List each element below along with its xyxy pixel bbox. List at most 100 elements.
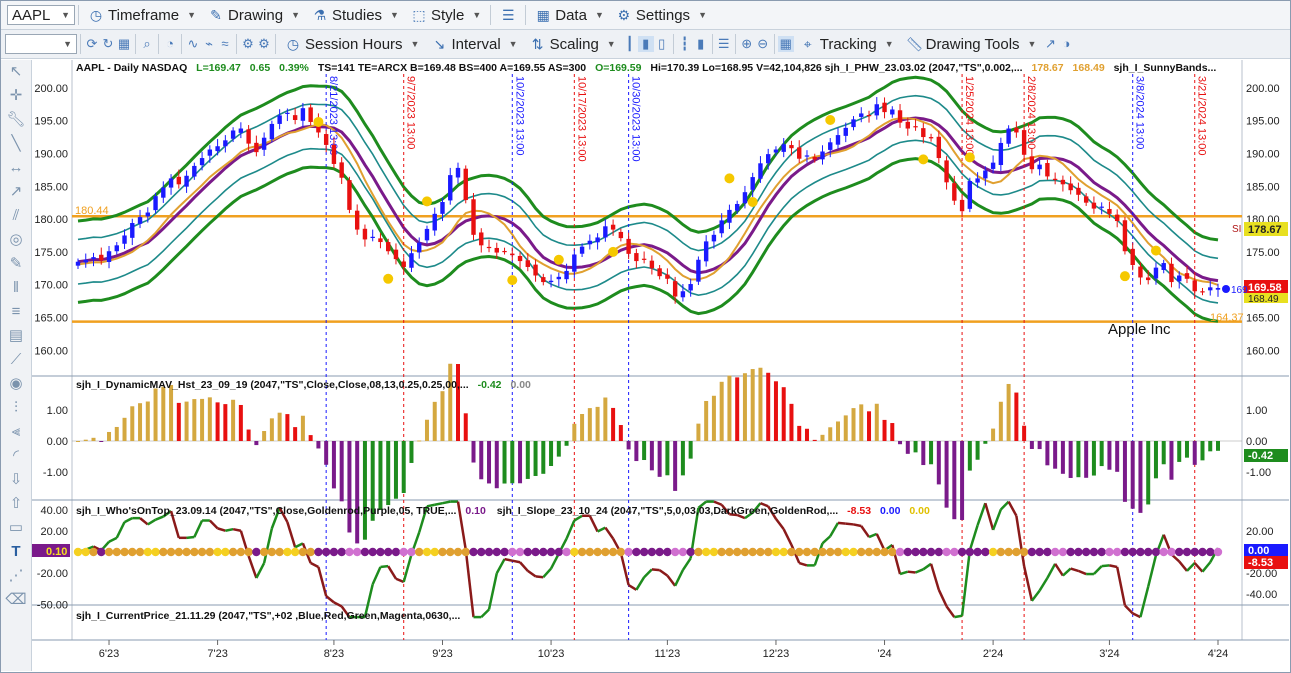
time-marker-label: 1/25/2024 13:00 [963, 76, 975, 156]
arrow-up-icon[interactable]: ⇧ [1, 492, 31, 516]
slope-segment [954, 614, 963, 619]
ohlc-icon[interactable]: ┇ [677, 36, 693, 52]
whos-on-top-dot [911, 547, 920, 557]
line-tool-icon[interactable]: ╲ [1, 132, 31, 156]
hollow-candle-icon[interactable]: ▯ [654, 36, 670, 52]
price-axis-tick-right: 200.00 [1246, 83, 1280, 95]
speed-icon[interactable]: ⫶ [1, 396, 31, 420]
data-menu[interactable]: ▦ Data ▼ [529, 2, 610, 28]
bars-icon[interactable]: ‖ [1, 276, 31, 300]
zoom-out-icon[interactable]: ⊖ [755, 36, 771, 52]
timeframe-menu[interactable]: ◷ Timeframe ▼ [82, 2, 202, 28]
wot-axis-tick-left: 20.00 [40, 526, 68, 538]
whos-on-top-dot [973, 547, 982, 557]
grid-toggle-icon[interactable]: ▦ [777, 36, 794, 52]
channel-icon[interactable]: ⫽ [1, 204, 31, 228]
hist-bar [564, 441, 569, 446]
layout-button[interactable]: ☰ [494, 2, 522, 28]
settings-small-icon[interactable]: ⚙ [240, 36, 256, 52]
zoom-table-icon[interactable]: ⌕ [139, 36, 155, 52]
pencil-tool-icon[interactable]: ✎ [1, 252, 31, 276]
ray-icon[interactable]: ↗ [1, 180, 31, 204]
grid-icon[interactable]: ▦ [116, 36, 132, 52]
candle-body [347, 180, 352, 210]
arrow-down-icon[interactable]: ⇩ [1, 468, 31, 492]
hist-bar [618, 425, 623, 441]
session-hours-menu[interactable]: ◷ Session Hours ▼ [279, 31, 425, 57]
data-label: Data [555, 6, 587, 24]
fan-icon[interactable]: ⟋ [1, 348, 31, 372]
price-axis-tick-left: 160.00 [34, 345, 68, 357]
whos-on-top-dot [290, 547, 300, 557]
hist-bar [851, 408, 856, 441]
chevron-down-icon: ▼ [61, 10, 70, 20]
candle-body [1099, 206, 1104, 208]
candles-icon[interactable]: ▮ [693, 36, 709, 52]
whos-on-top-dot [267, 547, 277, 557]
slope-segment [232, 527, 242, 532]
trend-icon[interactable]: ⌁ [201, 36, 217, 52]
circle-tool-icon[interactable]: ◎ [1, 228, 31, 252]
whos-on-top-dot [1112, 547, 1122, 557]
hist-bar [401, 441, 406, 493]
whos-on-top-dot [453, 547, 463, 557]
candle-body [432, 213, 437, 231]
chevron-down-icon: ▼ [1027, 39, 1037, 49]
interval-select[interactable]: ▼ [5, 34, 77, 54]
drawing-tools-menu[interactable]: 📏︎ Drawing Tools ▼ [900, 31, 1043, 57]
gauge-icon[interactable]: ◔ [162, 36, 178, 52]
cycle-icon[interactable]: ◉ [1, 372, 31, 396]
wave-icon[interactable]: ∿ [185, 36, 201, 52]
candle-body [603, 226, 608, 238]
horizontal-line-icon[interactable]: ↔ [1, 156, 31, 180]
hist-bar [487, 441, 492, 484]
interval-menu[interactable]: ↘ Interval ▼ [425, 31, 523, 57]
separator-icon: ⋰ [8, 567, 24, 584]
rectangle-icon[interactable]: ▭ [1, 516, 31, 540]
reload-icon[interactable]: ↻ [100, 36, 116, 52]
scaling-menu[interactable]: ⇅ Scaling ▼ [524, 31, 622, 57]
candle-body [952, 183, 957, 201]
delete-drawings-icon[interactable]: ⌫ [1, 588, 31, 612]
chart-settings-icon[interactable]: ◑ [1058, 36, 1074, 52]
pointer-icon[interactable]: ↖ [1, 60, 31, 84]
fib-icon[interactable]: ≡ [1, 300, 31, 324]
whos-on-top-dot [895, 547, 905, 557]
studies-menu[interactable]: ⚗ Studies ▼ [306, 2, 405, 28]
wrench-icon[interactable]: 🔧︎ [1, 108, 31, 132]
chart-area[interactable]: 8/21/2023 13:00 9/7/2023 13:00 10/2/2023 1… [32, 60, 1289, 671]
crosshair-icon[interactable]: ✛ [1, 84, 31, 108]
andrews-icon[interactable]: ⫷ [1, 420, 31, 444]
chevron-down-icon: ▼ [508, 39, 518, 49]
whos-on-top-dot [833, 547, 843, 557]
whos-on-top-dot [996, 547, 1006, 557]
settings-menu[interactable]: ⚙ Settings ▼ [610, 2, 713, 28]
gann-icon[interactable]: ▤ [1, 324, 31, 348]
zoom-in-icon[interactable]: ⊕ [739, 36, 755, 52]
candle-body [161, 187, 166, 198]
hist-bar [417, 440, 422, 442]
whos-on-top-dot [709, 547, 719, 557]
candle-chart-icon[interactable]: ▮ [637, 36, 654, 52]
candle-body [1006, 128, 1011, 144]
hist-bar [556, 441, 561, 457]
hist-bar [293, 427, 298, 441]
candle-body [362, 228, 368, 240]
pattern-icon[interactable]: ≈ [217, 36, 233, 52]
layout-icon[interactable]: ☰ [716, 36, 732, 52]
text-tool-icon[interactable]: T [1, 540, 31, 564]
hist-bar [867, 411, 872, 441]
candle-body [323, 134, 329, 145]
drawing-menu[interactable]: ✎ Drawing ▼ [202, 2, 306, 28]
gear-alt-icon[interactable]: ⚙ [256, 36, 272, 52]
hist-bar [735, 377, 740, 441]
slope-segment [442, 500, 451, 505]
style-menu[interactable]: ⬚ Style ▼ [405, 2, 487, 28]
symbol-input[interactable]: AAPL ▼ [7, 5, 75, 25]
bar-chart-icon[interactable]: ┃ [622, 36, 638, 52]
whos-on-top-dot [1144, 547, 1153, 557]
arc-icon[interactable]: ◜ [1, 444, 31, 468]
tracking-menu[interactable]: ⌖ Tracking ▼ [794, 31, 900, 57]
refresh-icon[interactable]: ⟳ [84, 36, 100, 52]
trendline-icon[interactable]: ↗ [1042, 36, 1058, 52]
